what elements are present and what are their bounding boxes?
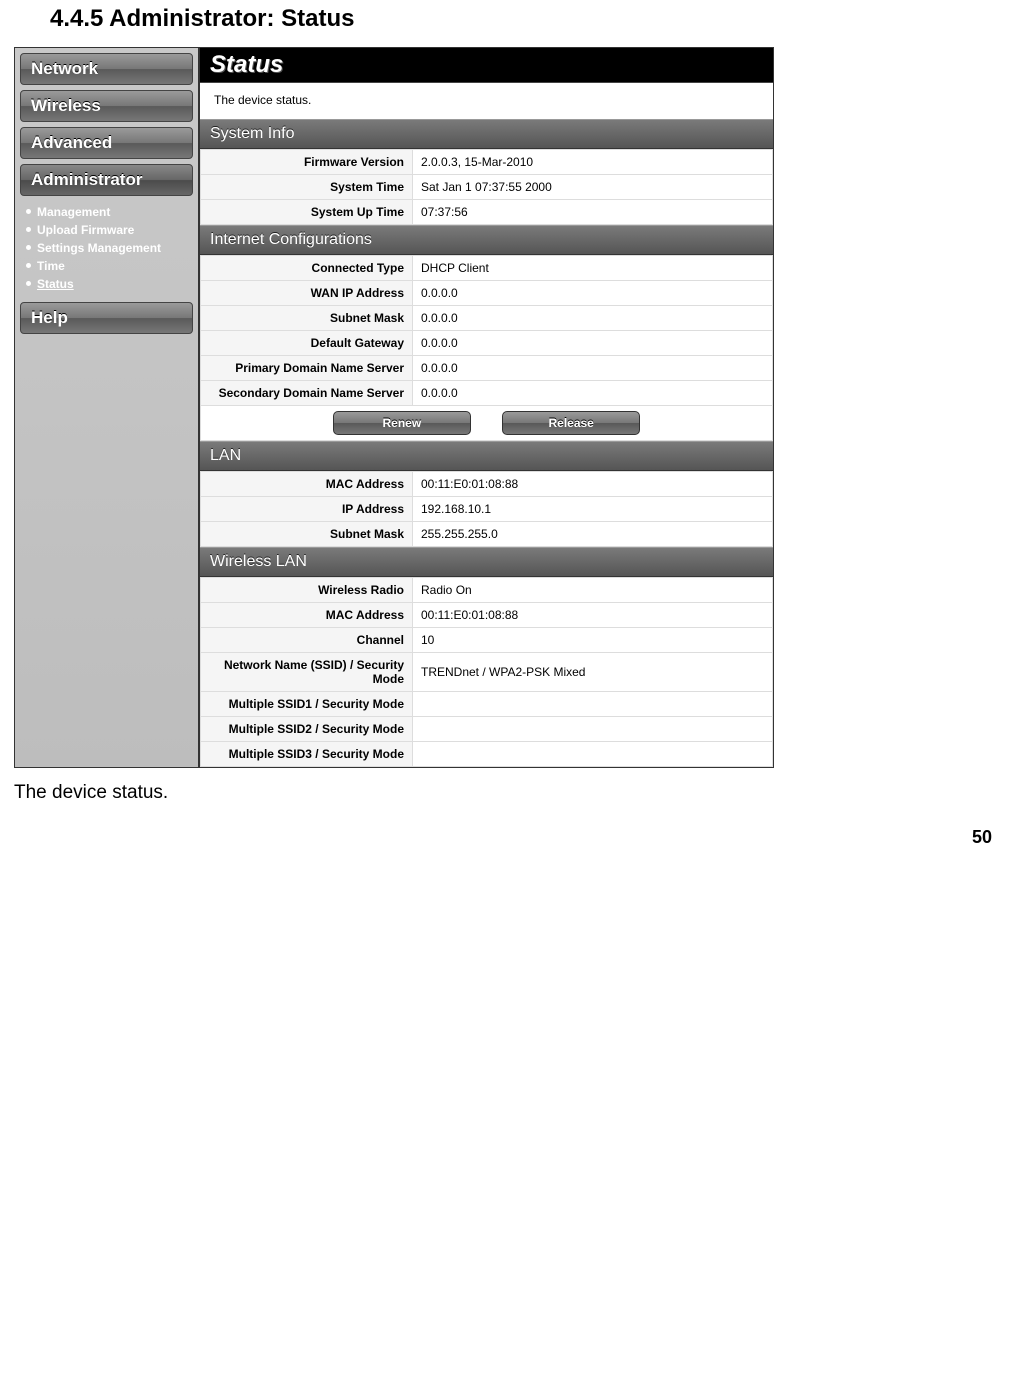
row-label: System Up Time <box>201 200 413 225</box>
table-row: Default Gateway0.0.0.0 <box>201 331 773 356</box>
table-row: Subnet Mask255.255.255.0 <box>201 522 773 547</box>
release-button[interactable]: Release <box>502 411 640 435</box>
row-label: Network Name (SSID) / Security Mode <box>201 653 413 692</box>
row-value: 2.0.0.3, 15-Mar-2010 <box>413 150 773 175</box>
row-label: System Time <box>201 175 413 200</box>
table-row: Multiple SSID3 / Security Mode <box>201 742 773 767</box>
table-row: MAC Address00:11:E0:01:08:88 <box>201 603 773 628</box>
row-value: 00:11:E0:01:08:88 <box>413 472 773 497</box>
table-row: Firmware Version2.0.0.3, 15-Mar-2010 <box>201 150 773 175</box>
row-value <box>413 742 773 767</box>
row-label: MAC Address <box>201 603 413 628</box>
row-value: 0.0.0.0 <box>413 306 773 331</box>
row-label: Firmware Version <box>201 150 413 175</box>
table-row: Primary Domain Name Server0.0.0.0 <box>201 356 773 381</box>
row-value: 0.0.0.0 <box>413 281 773 306</box>
row-label: WAN IP Address <box>201 281 413 306</box>
row-value: 07:37:56 <box>413 200 773 225</box>
sidebar-subitem-management[interactable]: Management <box>26 203 193 221</box>
sidebar-subitem-status[interactable]: Status <box>26 275 193 293</box>
bullet-icon <box>26 209 31 214</box>
row-label: Multiple SSID2 / Security Mode <box>201 717 413 742</box>
sidebar-item-administrator[interactable]: Administrator <box>20 164 193 196</box>
lan-table: MAC Address00:11:E0:01:08:88 IP Address1… <box>200 471 773 547</box>
row-value: 10 <box>413 628 773 653</box>
sidebar-subitem-label: Upload Firmware <box>37 223 134 237</box>
row-value: Sat Jan 1 07:37:55 2000 <box>413 175 773 200</box>
table-row: Network Name (SSID) / Security ModeTREND… <box>201 653 773 692</box>
bullet-icon <box>26 245 31 250</box>
content-pane: Status The device status. System Info Fi… <box>200 48 773 767</box>
internet-config-table: Connected TypeDHCP Client WAN IP Address… <box>200 255 773 441</box>
table-row: Multiple SSID2 / Security Mode <box>201 717 773 742</box>
table-row: Secondary Domain Name Server0.0.0.0 <box>201 381 773 406</box>
row-value: 192.168.10.1 <box>413 497 773 522</box>
bullet-icon <box>26 227 31 232</box>
table-row: Wireless RadioRadio On <box>201 578 773 603</box>
sidebar-subitem-time[interactable]: Time <box>26 257 193 275</box>
row-label: Primary Domain Name Server <box>201 356 413 381</box>
row-value <box>413 717 773 742</box>
table-row: Channel10 <box>201 628 773 653</box>
row-value: 00:11:E0:01:08:88 <box>413 603 773 628</box>
sidebar-item-wireless[interactable]: Wireless <box>20 90 193 122</box>
section-head-lan: LAN <box>200 441 773 471</box>
table-row: IP Address192.168.10.1 <box>201 497 773 522</box>
sidebar-subitem-upload-firmware[interactable]: Upload Firmware <box>26 221 193 239</box>
renew-button[interactable]: Renew <box>333 411 471 435</box>
wlan-table: Wireless RadioRadio On MAC Address00:11:… <box>200 577 773 767</box>
table-row: Multiple SSID1 / Security Mode <box>201 692 773 717</box>
table-row: Subnet Mask0.0.0.0 <box>201 306 773 331</box>
table-row: System Up Time07:37:56 <box>201 200 773 225</box>
system-info-table: Firmware Version2.0.0.3, 15-Mar-2010 Sys… <box>200 149 773 225</box>
sidebar-subitem-label: Status <box>37 277 74 291</box>
row-value <box>413 692 773 717</box>
sidebar-subitem-label: Settings Management <box>37 241 161 255</box>
sidebar-subitem-label: Time <box>37 259 65 273</box>
sidebar-item-advanced[interactable]: Advanced <box>20 127 193 159</box>
row-label: Connected Type <box>201 256 413 281</box>
row-label: Multiple SSID1 / Security Mode <box>201 692 413 717</box>
row-value: 255.255.255.0 <box>413 522 773 547</box>
row-value: TRENDnet / WPA2-PSK Mixed <box>413 653 773 692</box>
sidebar-item-help[interactable]: Help <box>20 302 193 334</box>
button-row: Renew Release <box>201 406 773 441</box>
page-subtitle: The device status. <box>200 83 773 119</box>
sidebar: Network Wireless Advanced Administrator … <box>15 48 200 767</box>
row-label: Default Gateway <box>201 331 413 356</box>
row-label: MAC Address <box>201 472 413 497</box>
row-label: Secondary Domain Name Server <box>201 381 413 406</box>
figure-caption: The device status. <box>14 782 1000 804</box>
table-row: System TimeSat Jan 1 07:37:55 2000 <box>201 175 773 200</box>
router-admin-screenshot: Network Wireless Advanced Administrator … <box>14 47 774 768</box>
row-label: Wireless Radio <box>201 578 413 603</box>
section-head-wlan: Wireless LAN <box>200 547 773 577</box>
row-label: IP Address <box>201 497 413 522</box>
sidebar-subitem-settings-management[interactable]: Settings Management <box>26 239 193 257</box>
sidebar-item-network[interactable]: Network <box>20 53 193 85</box>
bullet-icon <box>26 281 31 286</box>
row-label: Multiple SSID3 / Security Mode <box>201 742 413 767</box>
row-label: Subnet Mask <box>201 306 413 331</box>
row-value: 0.0.0.0 <box>413 331 773 356</box>
table-row: WAN IP Address0.0.0.0 <box>201 281 773 306</box>
section-head-system-info: System Info <box>200 119 773 149</box>
table-row: Connected TypeDHCP Client <box>201 256 773 281</box>
row-label: Subnet Mask <box>201 522 413 547</box>
row-value: Radio On <box>413 578 773 603</box>
sidebar-submenu: Management Upload Firmware Settings Mana… <box>20 203 193 293</box>
row-value: 0.0.0.0 <box>413 356 773 381</box>
doc-heading: 4.4.5 Administrator: Status <box>50 5 1000 33</box>
row-value: DHCP Client <box>413 256 773 281</box>
page-title: Status <box>200 48 773 83</box>
row-value: 0.0.0.0 <box>413 381 773 406</box>
bullet-icon <box>26 263 31 268</box>
table-row: MAC Address00:11:E0:01:08:88 <box>201 472 773 497</box>
page-number: 50 <box>972 827 992 848</box>
section-head-internet: Internet Configurations <box>200 225 773 255</box>
row-label: Channel <box>201 628 413 653</box>
sidebar-subitem-label: Management <box>37 205 110 219</box>
